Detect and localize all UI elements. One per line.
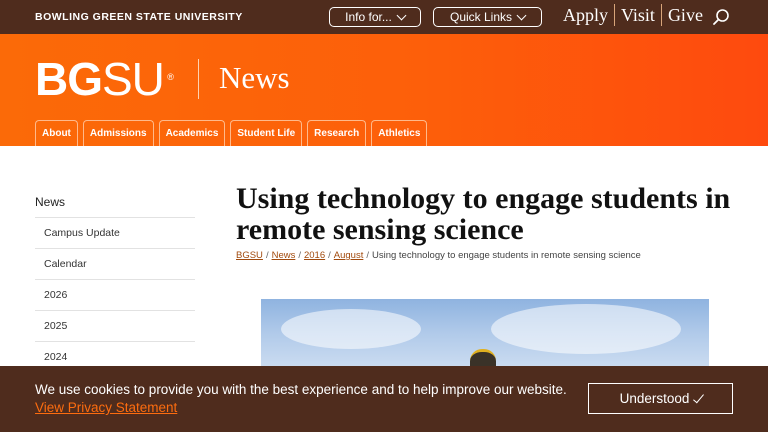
understood-label: Understood — [619, 391, 690, 406]
university-name[interactable]: BOWLING GREEN STATE UNIVERSITY — [35, 11, 243, 23]
site-title[interactable]: News — [219, 60, 290, 96]
sidebar-item-2026[interactable]: 2026 — [35, 280, 195, 311]
cookie-banner: We use cookies to provide you with the b… — [0, 366, 768, 432]
breadcrumb-august[interactable]: August — [334, 250, 364, 261]
main-nav: About Admissions Academics Student Life … — [35, 120, 428, 146]
bgsu-logo[interactable]: BGSU ® — [35, 53, 174, 105]
cloud-shape — [281, 309, 421, 349]
registered-mark: ® — [167, 72, 174, 82]
quick-links-dropdown[interactable]: Quick Links — [433, 7, 542, 27]
breadcrumb: BGSU / News/2016/August / Using technology t… — [236, 250, 641, 261]
info-for-label: Info for... — [345, 10, 392, 24]
sidebar-item-calendar[interactable]: Calendar — [35, 249, 195, 280]
checkmark-icon — [693, 391, 705, 403]
nav-about[interactable]: About — [35, 120, 78, 146]
info-for-dropdown[interactable]: Info for... — [329, 7, 421, 27]
logo-light-text: SU — [102, 53, 165, 105]
cloud-shape — [491, 304, 681, 354]
quick-links-label: Quick Links — [449, 10, 513, 24]
cookie-message: We use cookies to provide you with the b… — [35, 382, 567, 397]
breadcrumb-separator: / — [366, 250, 369, 261]
nav-athletics[interactable]: Athletics — [371, 120, 428, 146]
action-links: Apply Visit Give — [563, 4, 709, 26]
header-divider — [198, 59, 199, 99]
breadcrumb-separator: / — [328, 250, 331, 261]
sidebar-nav: News Campus Update Calendar 2026 2025 20… — [35, 190, 195, 373]
breadcrumb-2016[interactable]: 2016 — [304, 250, 325, 261]
privacy-statement-link[interactable]: View Privacy Statement — [35, 400, 177, 415]
visit-link[interactable]: Visit — [615, 5, 661, 26]
chevron-down-icon — [396, 10, 407, 20]
chevron-down-icon — [516, 10, 527, 20]
sidebar-item-campus-update[interactable]: Campus Update — [35, 218, 195, 249]
utility-bar: BOWLING GREEN STATE UNIVERSITY Info for.… — [0, 0, 768, 34]
understood-button[interactable]: Understood — [588, 383, 733, 414]
breadcrumb-news[interactable]: News — [272, 250, 296, 261]
breadcrumb-separator: / — [298, 250, 301, 261]
give-link[interactable]: Give — [662, 5, 709, 26]
sidebar-heading[interactable]: News — [35, 186, 195, 218]
sidebar-item-2025[interactable]: 2025 — [35, 311, 195, 342]
breadcrumb-bgsu[interactable]: BGSU — [236, 250, 263, 261]
nav-student-life[interactable]: Student Life — [230, 120, 303, 146]
breadcrumb-separator: / — [265, 250, 269, 261]
breadcrumb-current: Using technology to engage students in r… — [371, 250, 641, 261]
article-title: Using technology to engage students in r… — [236, 182, 731, 246]
nav-academics[interactable]: Academics — [158, 120, 226, 146]
site-header: BGSU ® News About Admissions Academics St… — [0, 34, 768, 146]
logo-bold-text: BG — [35, 53, 103, 105]
search-icon[interactable] — [712, 8, 730, 26]
nav-research[interactable]: Research — [307, 120, 367, 146]
nav-admissions[interactable]: Admissions — [82, 120, 154, 146]
apply-link[interactable]: Apply — [563, 5, 614, 26]
